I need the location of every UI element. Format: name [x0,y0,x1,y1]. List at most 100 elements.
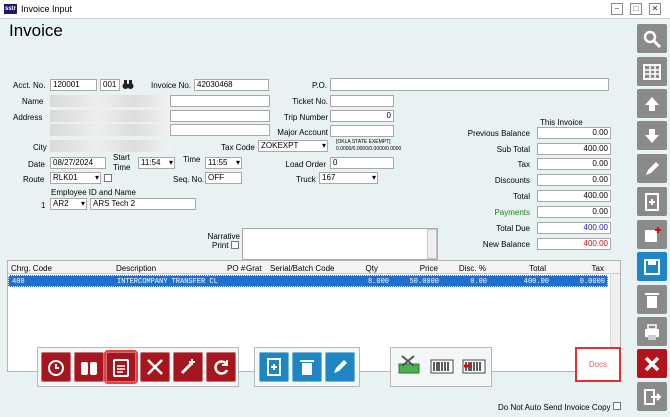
seq-no-input[interactable]: OFF [205,172,242,184]
save-button[interactable] [637,252,667,281]
trip-input[interactable]: 0 [330,110,394,122]
col-disc[interactable]: Disc. % [452,264,486,273]
start-time-label-1: Start [113,153,130,162]
address-input-1[interactable] [50,110,170,122]
start-time-select[interactable]: 11:54 [138,157,175,169]
col-qty[interactable]: Qty [348,264,378,273]
edit-line-button[interactable] [325,352,355,382]
narrative-print-checkbox[interactable] [231,241,239,249]
invoice-no-input[interactable]: 42030468 [194,79,269,91]
col-price[interactable]: Price [408,264,438,273]
narrative-textarea[interactable] [242,228,438,260]
exit-button[interactable] [637,382,667,411]
col-description[interactable]: Description [116,264,156,273]
wrench-plus-icon [180,359,195,375]
name-input-2[interactable] [170,95,270,107]
narrative-label-1: Narrative [207,232,240,241]
close-button[interactable] [637,349,667,378]
edit-button[interactable] [637,154,667,183]
tools-button[interactable] [140,352,170,382]
col-serial[interactable]: Serial/Batch Code [270,264,334,273]
refresh-button[interactable] [206,352,236,382]
cash-tools-button[interactable] [396,352,424,380]
add-note-button[interactable] [637,220,667,249]
arrow-down-button[interactable] [637,121,667,150]
docs-button[interactable]: Docs [575,347,621,382]
maximize-button[interactable]: □ [630,3,642,15]
name-input[interactable] [50,95,170,107]
employee-id-select[interactable]: AR2 [50,198,87,210]
col-chrg-code[interactable]: Chrg. Code [11,264,52,273]
city-label: City [33,143,47,152]
tax-code-label: Tax Code [221,143,255,152]
load-order-input[interactable]: 0 [330,157,394,169]
date-input[interactable]: 08/27/2024 [50,157,106,169]
city-input[interactable] [50,140,170,152]
address-input-1b[interactable] [170,110,270,122]
arrow-up-button[interactable] [637,89,667,118]
barcode-scan-button[interactable] [428,352,456,380]
totals-value: 400.00 [537,190,611,202]
totals-value: 0.00 [537,158,611,170]
invoice-no-label: Invoice No. [151,81,192,90]
grid-icon [643,64,661,80]
new-doc-button[interactable] [259,352,289,382]
no-auto-send-checkbox[interactable] [613,402,621,410]
print-icon [645,324,659,340]
exit-icon [644,389,662,405]
barcode-remove-button[interactable] [460,352,488,380]
col-total[interactable]: Total [516,264,546,273]
add-tool-button[interactable] [173,352,203,382]
cell-chrg-code: 400 [12,278,25,286]
tax-code-select[interactable]: ZOKEXPT [258,140,328,152]
search-button[interactable] [637,24,667,53]
route-checkbox[interactable] [104,174,112,182]
print-button[interactable] [637,317,667,346]
close-window-button[interactable]: ✕ [649,3,661,15]
alarm-clock-button[interactable] [41,352,71,382]
arrow-up-icon [645,97,659,111]
trip-label: Trip Number [283,113,328,122]
barcode-remove-icon [462,359,486,374]
col-po[interactable]: PO # [227,264,245,273]
totals-value: 400.00 [537,238,611,250]
minimize-button[interactable]: – [611,3,623,15]
major-account-input[interactable] [330,125,394,137]
window-title: Invoice Input [21,4,73,14]
add-note-icon [645,227,661,242]
address-input-2[interactable] [50,124,170,136]
tanks-button[interactable] [74,352,104,382]
grid-button[interactable] [637,57,667,86]
ticket-input[interactable] [330,95,394,107]
date-label: Date [28,160,45,169]
narrative-scrollbar[interactable] [427,229,437,259]
binoculars-icon[interactable] [122,79,134,90]
delete-button[interactable] [637,285,667,314]
app-logo: sstr [4,4,17,14]
barcode-icon [430,359,454,374]
refresh-icon [214,360,229,375]
address-input-2b[interactable] [170,124,270,136]
employee-name-input[interactable]: ARS Tech 2 [90,198,196,210]
search-icon [643,30,662,49]
save-icon [644,259,660,275]
delete-line-button[interactable] [292,352,322,382]
po-input[interactable] [330,78,609,91]
col-grat[interactable]: Grat [246,264,262,273]
clipboard-button[interactable] [104,350,138,384]
truck-select[interactable]: 167 [319,172,378,184]
totals-value: 400.00 [537,143,611,155]
col-tax[interactable]: Tax [574,264,604,273]
time-select[interactable]: 11:55 [205,157,242,169]
tanks-icon [81,362,97,375]
tax-note-1: [OKLA STATE EXEMPT] [336,139,391,145]
route-select[interactable]: RLK01 [50,172,101,184]
new-document-button[interactable] [637,187,667,216]
new-document-icon [267,358,281,376]
cell-price: 50.0000 [409,278,439,286]
totals-label: New Balance [482,240,530,249]
acct-no-input[interactable]: 120001 [50,79,97,91]
acct-suffix-input[interactable]: 001 [100,79,120,91]
tax-note-2: 0.0000/0.0000/0.0000/0.0000 [336,146,402,152]
table-row[interactable]: 400 INTERCOMPANY TRANSFER CL 8.000 50.00… [8,275,608,287]
